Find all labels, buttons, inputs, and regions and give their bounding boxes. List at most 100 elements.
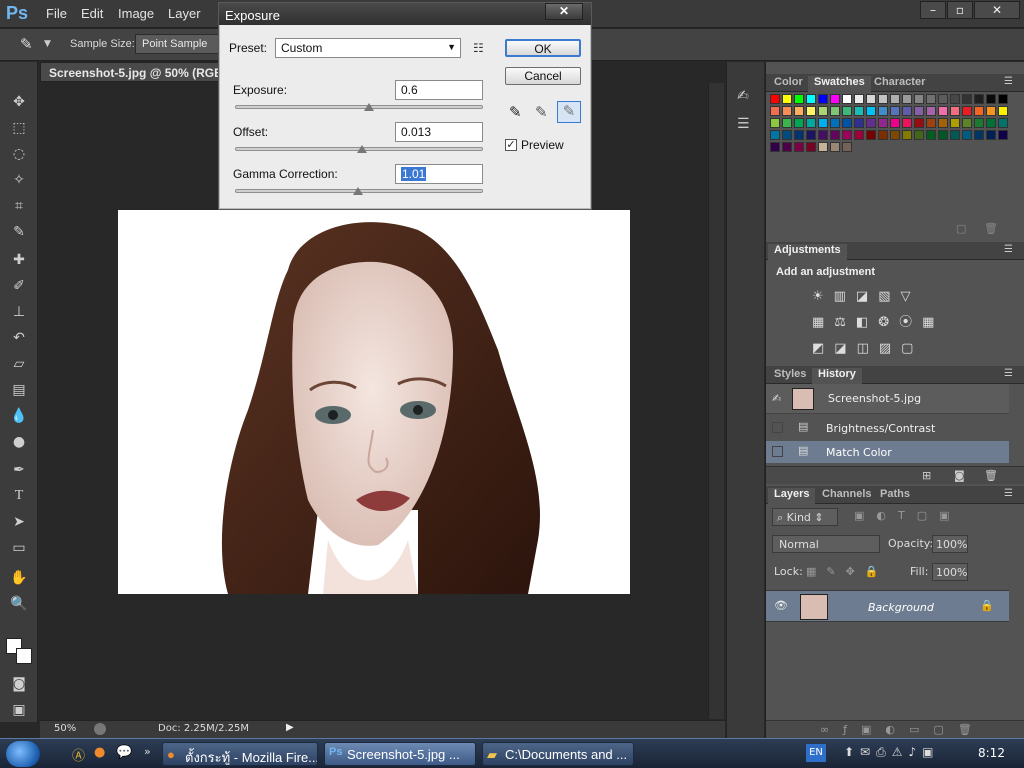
hand-tool-icon[interactable]: ✋ [8,568,30,588]
color-swatch[interactable] [974,94,984,104]
menu-edit[interactable]: Edit [81,6,103,21]
quick-selection-tool-icon[interactable]: ✧ [8,170,30,190]
tab-character[interactable]: Character [868,76,931,88]
cancel-button[interactable]: Cancel [505,67,581,85]
restore-button[interactable]: ▫ [947,1,973,19]
color-swatch[interactable] [890,94,900,104]
rectangle-tool-icon[interactable]: ▭ [8,538,30,558]
color-swatch[interactable] [794,94,804,104]
black-point-eyedropper-icon[interactable]: ✎ [509,103,522,121]
adjustments-menu-icon[interactable]: ☰ [1004,244,1013,255]
lasso-tool-icon[interactable]: ◌ [8,144,30,164]
color-swatch[interactable] [878,94,888,104]
color-swatch[interactable] [830,106,840,116]
menu-layer[interactable]: Layer [168,6,201,21]
gray-point-eyedropper-icon[interactable]: ✎ [535,103,548,121]
color-swatch[interactable] [770,118,780,128]
quicklaunch-firefox-icon[interactable]: ● [94,745,105,760]
type-tool-icon[interactable]: T [8,486,30,506]
color-swatch[interactable] [794,142,804,152]
delete-state-icon[interactable]: 🗑 [984,469,998,482]
color-swatch[interactable] [914,106,924,116]
color-swatch[interactable] [998,118,1008,128]
color-swatch[interactable] [986,94,996,104]
color-swatch[interactable] [806,142,816,152]
color-swatch[interactable] [842,118,852,128]
color-swatch[interactable] [938,130,948,140]
color-swatch[interactable] [818,130,828,140]
background-color-swatch[interactable] [16,648,32,664]
color-swatch[interactable] [842,106,852,116]
color-swatch[interactable] [866,106,876,116]
history-snapshot-row[interactable]: ✍ Screenshot-5.jpg [766,384,1009,414]
color-swatch[interactable] [830,130,840,140]
layers-footer-icons[interactable]: ∞ƒ▣◐▭▢🗑 [766,720,1024,738]
color-swatch[interactable] [818,118,828,128]
white-point-eyedropper-icon[interactable]: ✎ [557,101,581,123]
color-swatch[interactable] [902,130,912,140]
sample-size-select[interactable]: Point Sample [135,34,225,54]
color-swatch[interactable] [986,130,996,140]
history-menu-icon[interactable]: ☰ [1004,368,1013,379]
color-swatch[interactable] [782,142,792,152]
preset-options-icon[interactable]: ☷ [473,41,484,55]
color-swatch[interactable] [854,106,864,116]
menu-image[interactable]: Image [118,6,154,21]
history-brush-source-icon[interactable]: ✍ [772,392,781,405]
color-swatch[interactable] [974,130,984,140]
quicklaunch-avast-icon[interactable]: Ⓐ [72,745,85,764]
color-swatch[interactable] [854,94,864,104]
offset-input[interactable]: 0.013 [395,122,483,142]
color-swatch[interactable] [902,94,912,104]
color-swatch[interactable] [782,106,792,116]
tab-styles[interactable]: Styles [768,368,812,380]
eyedropper-tool-icon[interactable]: ✎ [8,222,30,242]
color-swatch[interactable] [950,118,960,128]
color-swatch[interactable] [986,106,996,116]
tab-history[interactable]: History [812,368,862,385]
eyedropper-tool-icon[interactable]: ✎ [20,35,33,53]
color-swatch[interactable] [794,118,804,128]
move-tool-icon[interactable]: ✥ [8,92,30,112]
dialog-close-button[interactable]: ✕ [545,3,583,20]
color-swatch[interactable] [770,94,780,104]
color-swatch[interactable] [998,94,1008,104]
path-selection-tool-icon[interactable]: ➤ [8,512,30,532]
layer-visibility-eye-icon[interactable]: 👁 [774,599,788,612]
ok-button[interactable]: OK [505,39,581,57]
clone-stamp-tool-icon[interactable]: ⊥ [8,302,30,322]
system-tray-icons[interactable]: ⬆✉⎙⚠♪▣ [844,745,939,760]
taskbar-item-firefox[interactable]: ● ตั้งกระทู้ - Mozilla Fire... [162,742,318,766]
screen-mode-icon[interactable]: ▣ [8,700,30,720]
layer-filter-kind-select[interactable]: ⌕ Kind ⇕ [772,508,838,526]
color-swatch[interactable] [926,106,936,116]
color-swatch[interactable] [842,94,852,104]
color-swatch[interactable] [794,130,804,140]
layer-filter-icons[interactable]: ▣◐T▢▣ [854,509,962,522]
layer-row-background[interactable]: 👁 Background 🔒 [766,590,1009,622]
dodge-tool-icon[interactable]: ● [8,432,30,452]
brush-tool-icon[interactable]: ✐ [8,276,30,296]
color-swatch[interactable] [974,118,984,128]
fill-input[interactable]: 100% [932,563,968,581]
tab-swatches[interactable]: Swatches [808,76,871,93]
color-swatch[interactable] [830,142,840,152]
blend-mode-select[interactable]: Normal [772,535,880,553]
color-swatch[interactable] [854,118,864,128]
exposure-slider-track[interactable] [235,105,483,109]
color-swatch[interactable] [998,130,1008,140]
offset-slider-thumb[interactable] [357,145,367,153]
color-swatch[interactable] [878,106,888,116]
color-swatch[interactable] [950,130,960,140]
color-swatch[interactable] [770,142,780,152]
tab-channels[interactable]: Channels [816,488,878,500]
preset-select[interactable]: Custom ▼ [275,38,461,58]
menu-file[interactable]: File [46,6,67,21]
color-swatch[interactable] [986,118,996,128]
color-swatch[interactable] [962,130,972,140]
status-info-icon[interactable] [94,723,106,735]
color-swatch[interactable] [842,142,852,152]
layer-name[interactable]: Background [868,601,934,614]
document-tab[interactable]: Screenshot-5.jpg @ 50% (RGB [40,62,230,82]
history-source-checkbox[interactable] [772,422,783,433]
